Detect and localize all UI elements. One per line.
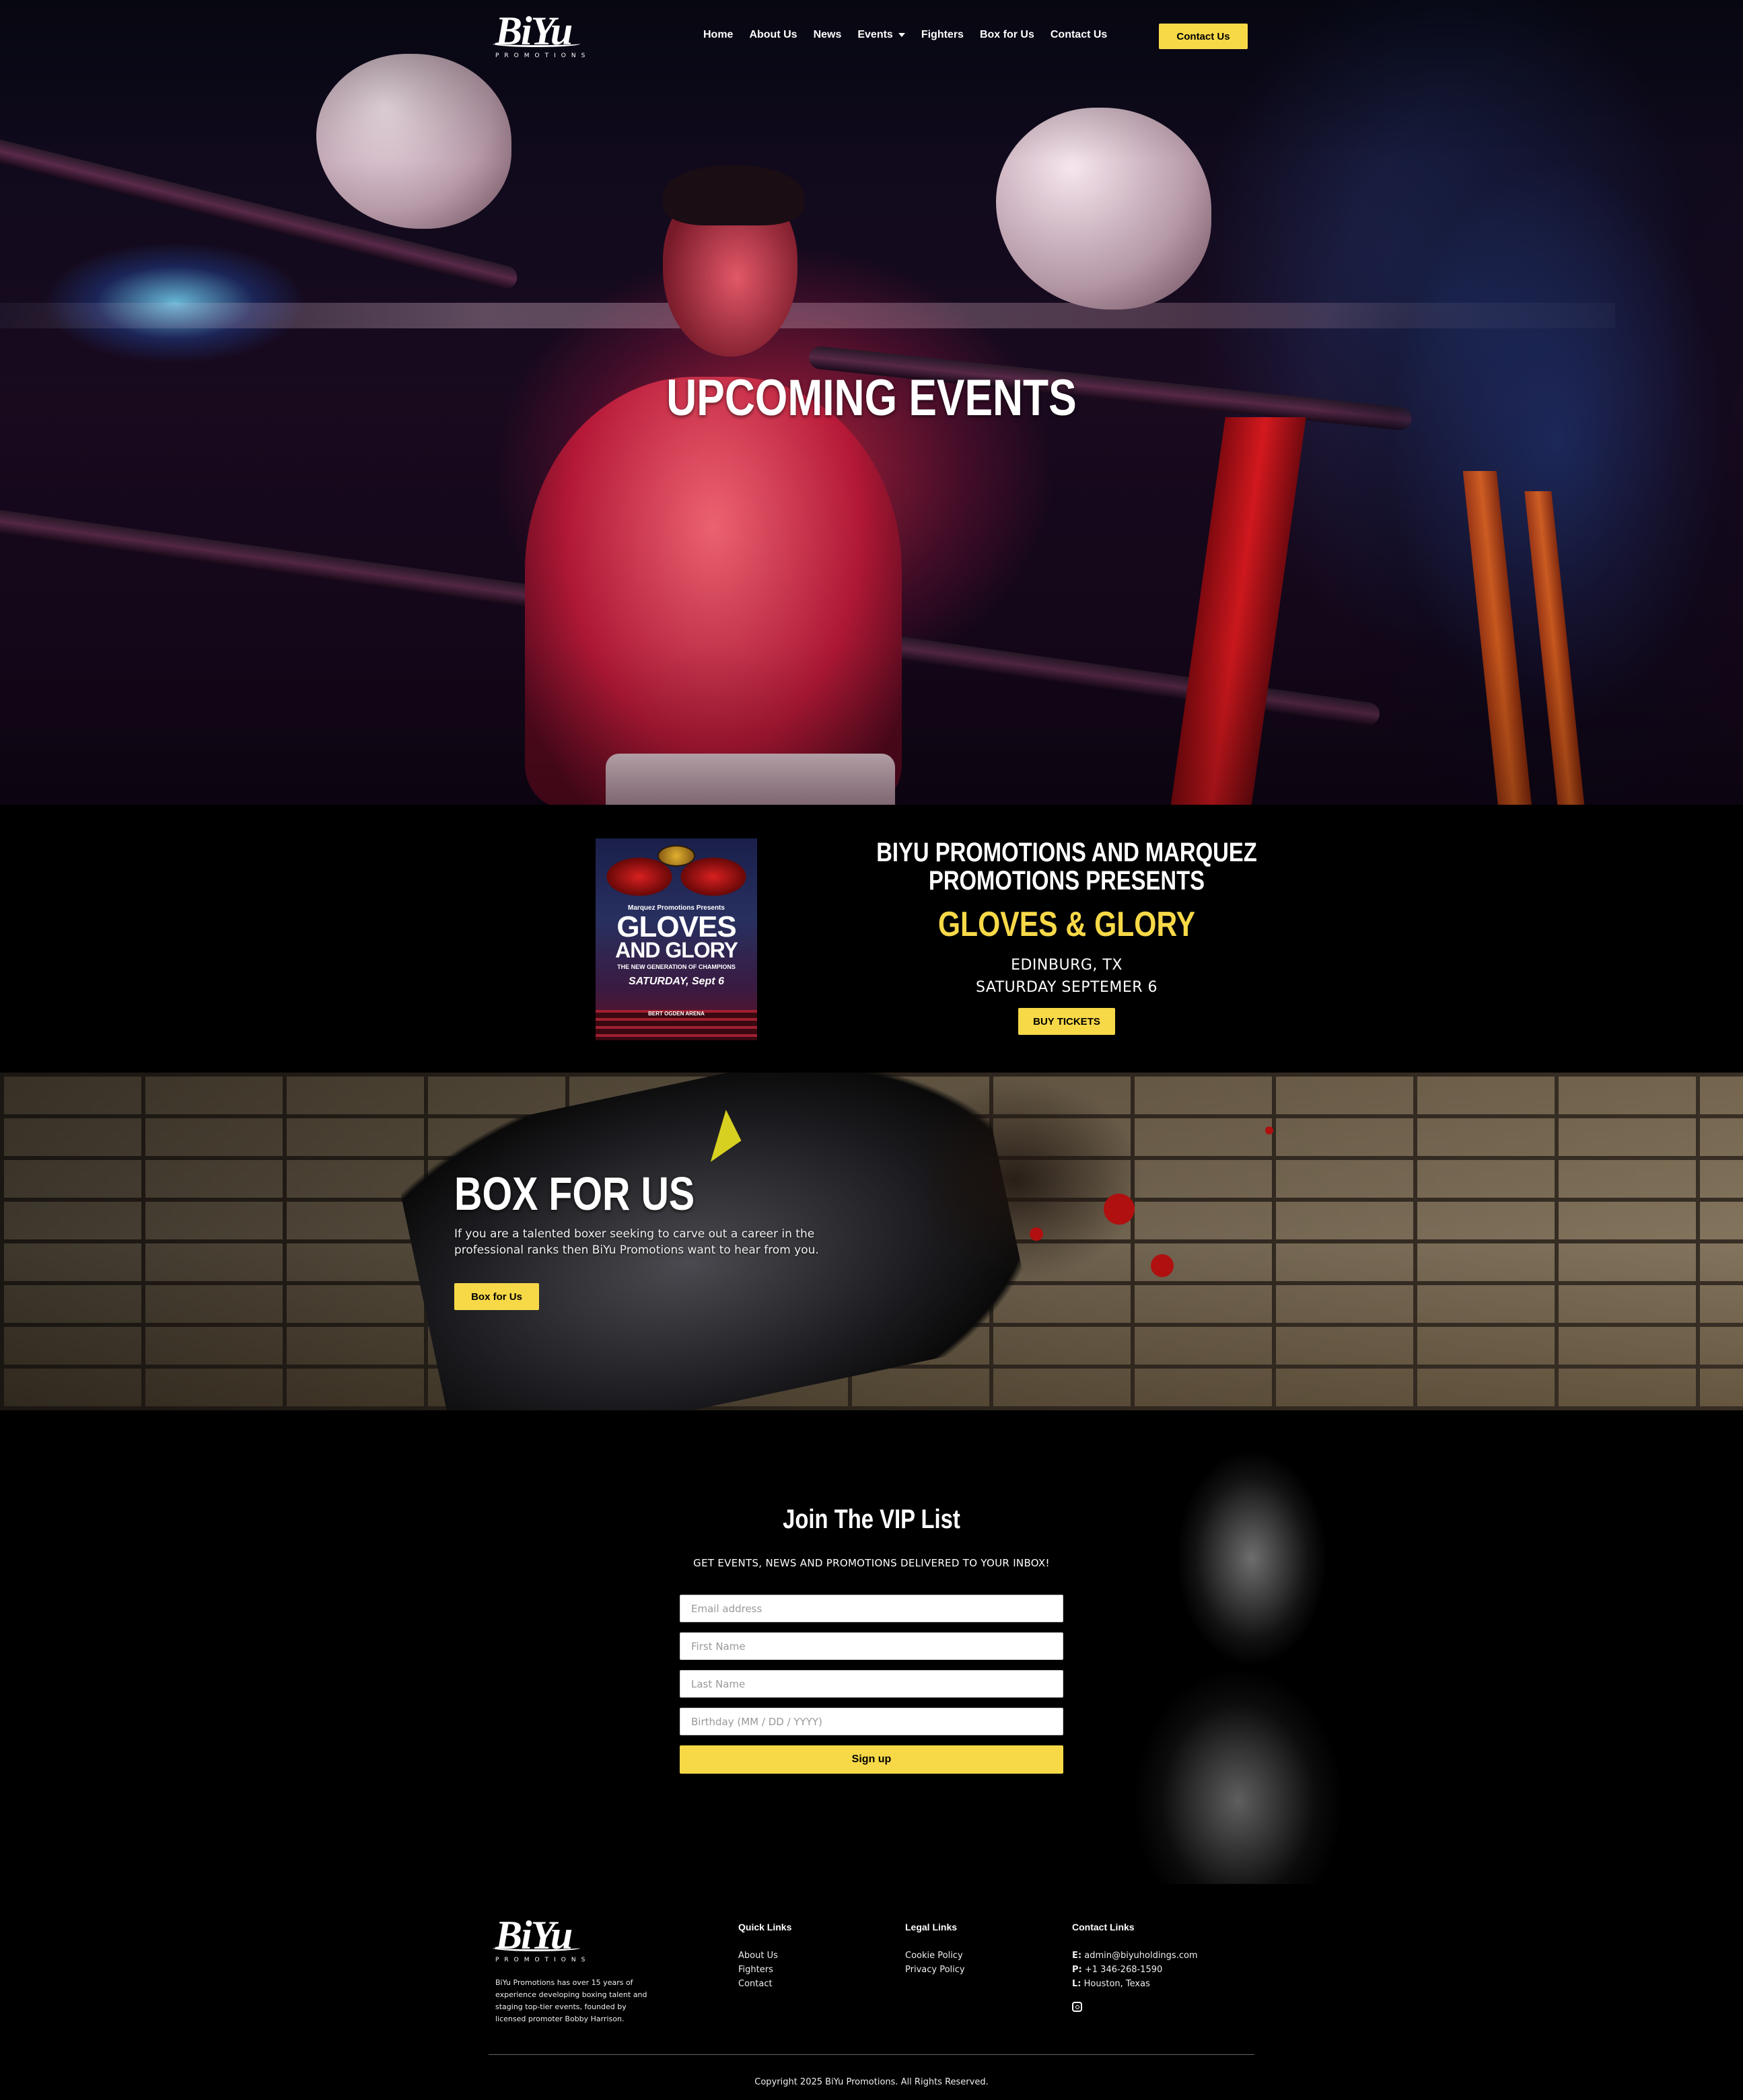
event-location: EDINBURG, TX: [1011, 957, 1123, 974]
contact-links-title: Contact Links: [1072, 1922, 1135, 1932]
nav-events-label: Events: [857, 29, 893, 40]
footer-link-contact[interactable]: Contact: [738, 1977, 791, 1991]
hero-section: UPCOMING EVENTS: [0, 0, 1743, 805]
last-name-field[interactable]: Last Name: [680, 1670, 1063, 1698]
phone-link[interactable]: +1 346-268-1590: [1085, 1965, 1162, 1975]
header-contact-button[interactable]: Contact Us: [1159, 24, 1248, 49]
footer-logo[interactable]: BiYu PROMOTIONS: [493, 1915, 591, 1963]
event-date: SATURDAY SEPTEMER 6: [976, 979, 1158, 996]
footer-logo-tagline: PROMOTIONS: [495, 1957, 591, 1963]
footer-link-cookie-policy[interactable]: Cookie Policy: [905, 1949, 965, 1963]
box-for-us-text: If you are a talented boxer seeking to c…: [454, 1227, 819, 1257]
sign-up-button[interactable]: Sign up: [680, 1745, 1063, 1774]
vip-subtitle: GET EVENTS, NEWS AND PROMOTIONS DELIVERE…: [693, 1557, 1050, 1569]
logo-tagline: PROMOTIONS: [495, 52, 591, 59]
copyright-text: Copyright 2025 BiYu Promotions. All Righ…: [754, 2077, 989, 2087]
site-logo[interactable]: BiYu PROMOTIONS: [493, 11, 591, 59]
paint-splatter: [1151, 1254, 1174, 1277]
box-for-us-section: BOX FOR US If you are a talented boxer s…: [0, 1073, 1743, 1410]
location-label: L:: [1072, 1979, 1081, 1989]
footer-link-privacy-policy[interactable]: Privacy Policy: [905, 1963, 965, 1977]
poster-title-line2: AND GLORY: [615, 938, 738, 962]
footer-contact-links: Contact Links E: admin@biyuholdings.com …: [1072, 1922, 1198, 2015]
poster-venue: BERT OGDEN ARENA: [648, 1011, 705, 1017]
site-header: BiYu PROMOTIONS Home About Us News Event…: [0, 0, 1743, 67]
footer-link-fighters[interactable]: Fighters: [738, 1963, 791, 1977]
quick-links-title: Quick Links: [738, 1922, 792, 1932]
legal-links-title: Legal Links: [905, 1922, 958, 1932]
nav-contact[interactable]: Contact Us: [1051, 29, 1107, 41]
instagram-icon[interactable]: [1072, 2002, 1082, 2012]
buy-tickets-button[interactable]: BUY TICKETS: [1018, 1008, 1115, 1035]
nav-news[interactable]: News: [814, 29, 842, 41]
chevron-down-icon: [898, 32, 905, 37]
footer-divider: [489, 2054, 1254, 2055]
logo-swoosh: [493, 40, 580, 47]
footer-logo-swoosh: [493, 1945, 580, 1951]
hero-title: UPCOMING EVENTS: [666, 369, 1077, 427]
footer-email: E: admin@biyuholdings.com: [1072, 1949, 1198, 1963]
poster-tagline: THE NEW GENERATION OF CHAMPIONS: [617, 964, 736, 970]
vip-section: Join The VIP List GET EVENTS, NEWS AND P…: [0, 1410, 1743, 1884]
poster-date: SATURDAY, Sept 6: [629, 976, 724, 987]
nav-events[interactable]: Events: [857, 29, 905, 41]
birthday-field[interactable]: Birthday (MM / DD / YYYY): [680, 1708, 1063, 1735]
event-poster[interactable]: Marquez Promotions Presents GLOVES AND G…: [596, 838, 757, 1040]
event-info: BIYU PROMOTIONS AND MARQUEZ PROMOTIONS P…: [801, 838, 1332, 1035]
vip-title: Join The VIP List: [783, 1505, 960, 1534]
email-field[interactable]: Email address: [680, 1595, 1063, 1622]
nav-home[interactable]: Home: [703, 29, 733, 41]
footer-about-text: BiYu Promotions has over 15 years of exp…: [495, 1978, 647, 2023]
boxer-shadow-art: [929, 1079, 1144, 1281]
site-footer: BiYu PROMOTIONS BiYu Promotions has over…: [0, 1884, 1743, 2100]
footer-quick-links: Quick Links About Us Fighters Contact: [738, 1922, 791, 1991]
boxer-portrait-image: [1077, 1424, 1400, 1884]
nav-box-for-us[interactable]: Box for Us: [980, 29, 1034, 41]
event-section: Marquez Promotions Presents GLOVES AND G…: [0, 805, 1743, 1073]
poster-title-line1: GLOVES: [616, 910, 736, 943]
footer-legal-links: Legal Links Cookie Policy Privacy Policy: [905, 1922, 965, 1977]
email-label: E:: [1072, 1951, 1082, 1961]
email-link[interactable]: admin@biyuholdings.com: [1084, 1951, 1197, 1961]
footer-location: L: Houston, Texas: [1072, 1977, 1198, 1991]
event-presents-heading: BIYU PROMOTIONS AND MARQUEZ PROMOTIONS P…: [876, 838, 1257, 896]
footer-link-about[interactable]: About Us: [738, 1949, 791, 1963]
box-for-us-title: BOX FOR US: [454, 1167, 695, 1220]
nav-about[interactable]: About Us: [749, 29, 797, 41]
nav-fighters[interactable]: Fighters: [921, 29, 964, 41]
paint-splatter: [1265, 1126, 1273, 1134]
box-for-us-button[interactable]: Box for Us: [454, 1283, 539, 1310]
main-nav: Home About Us News Events Fighters Box f…: [703, 29, 1123, 41]
location-value: Houston, Texas: [1083, 1979, 1150, 1989]
event-name: GLOVES & GLORY: [937, 905, 1196, 944]
paint-splatter: [1030, 1227, 1043, 1241]
poster-badge-logo: [657, 845, 695, 867]
paint-splatter: [1104, 1194, 1135, 1225]
first-name-field[interactable]: First Name: [680, 1632, 1063, 1660]
phone-label: P:: [1072, 1965, 1082, 1975]
footer-phone: P: +1 346-268-1590: [1072, 1963, 1198, 1977]
